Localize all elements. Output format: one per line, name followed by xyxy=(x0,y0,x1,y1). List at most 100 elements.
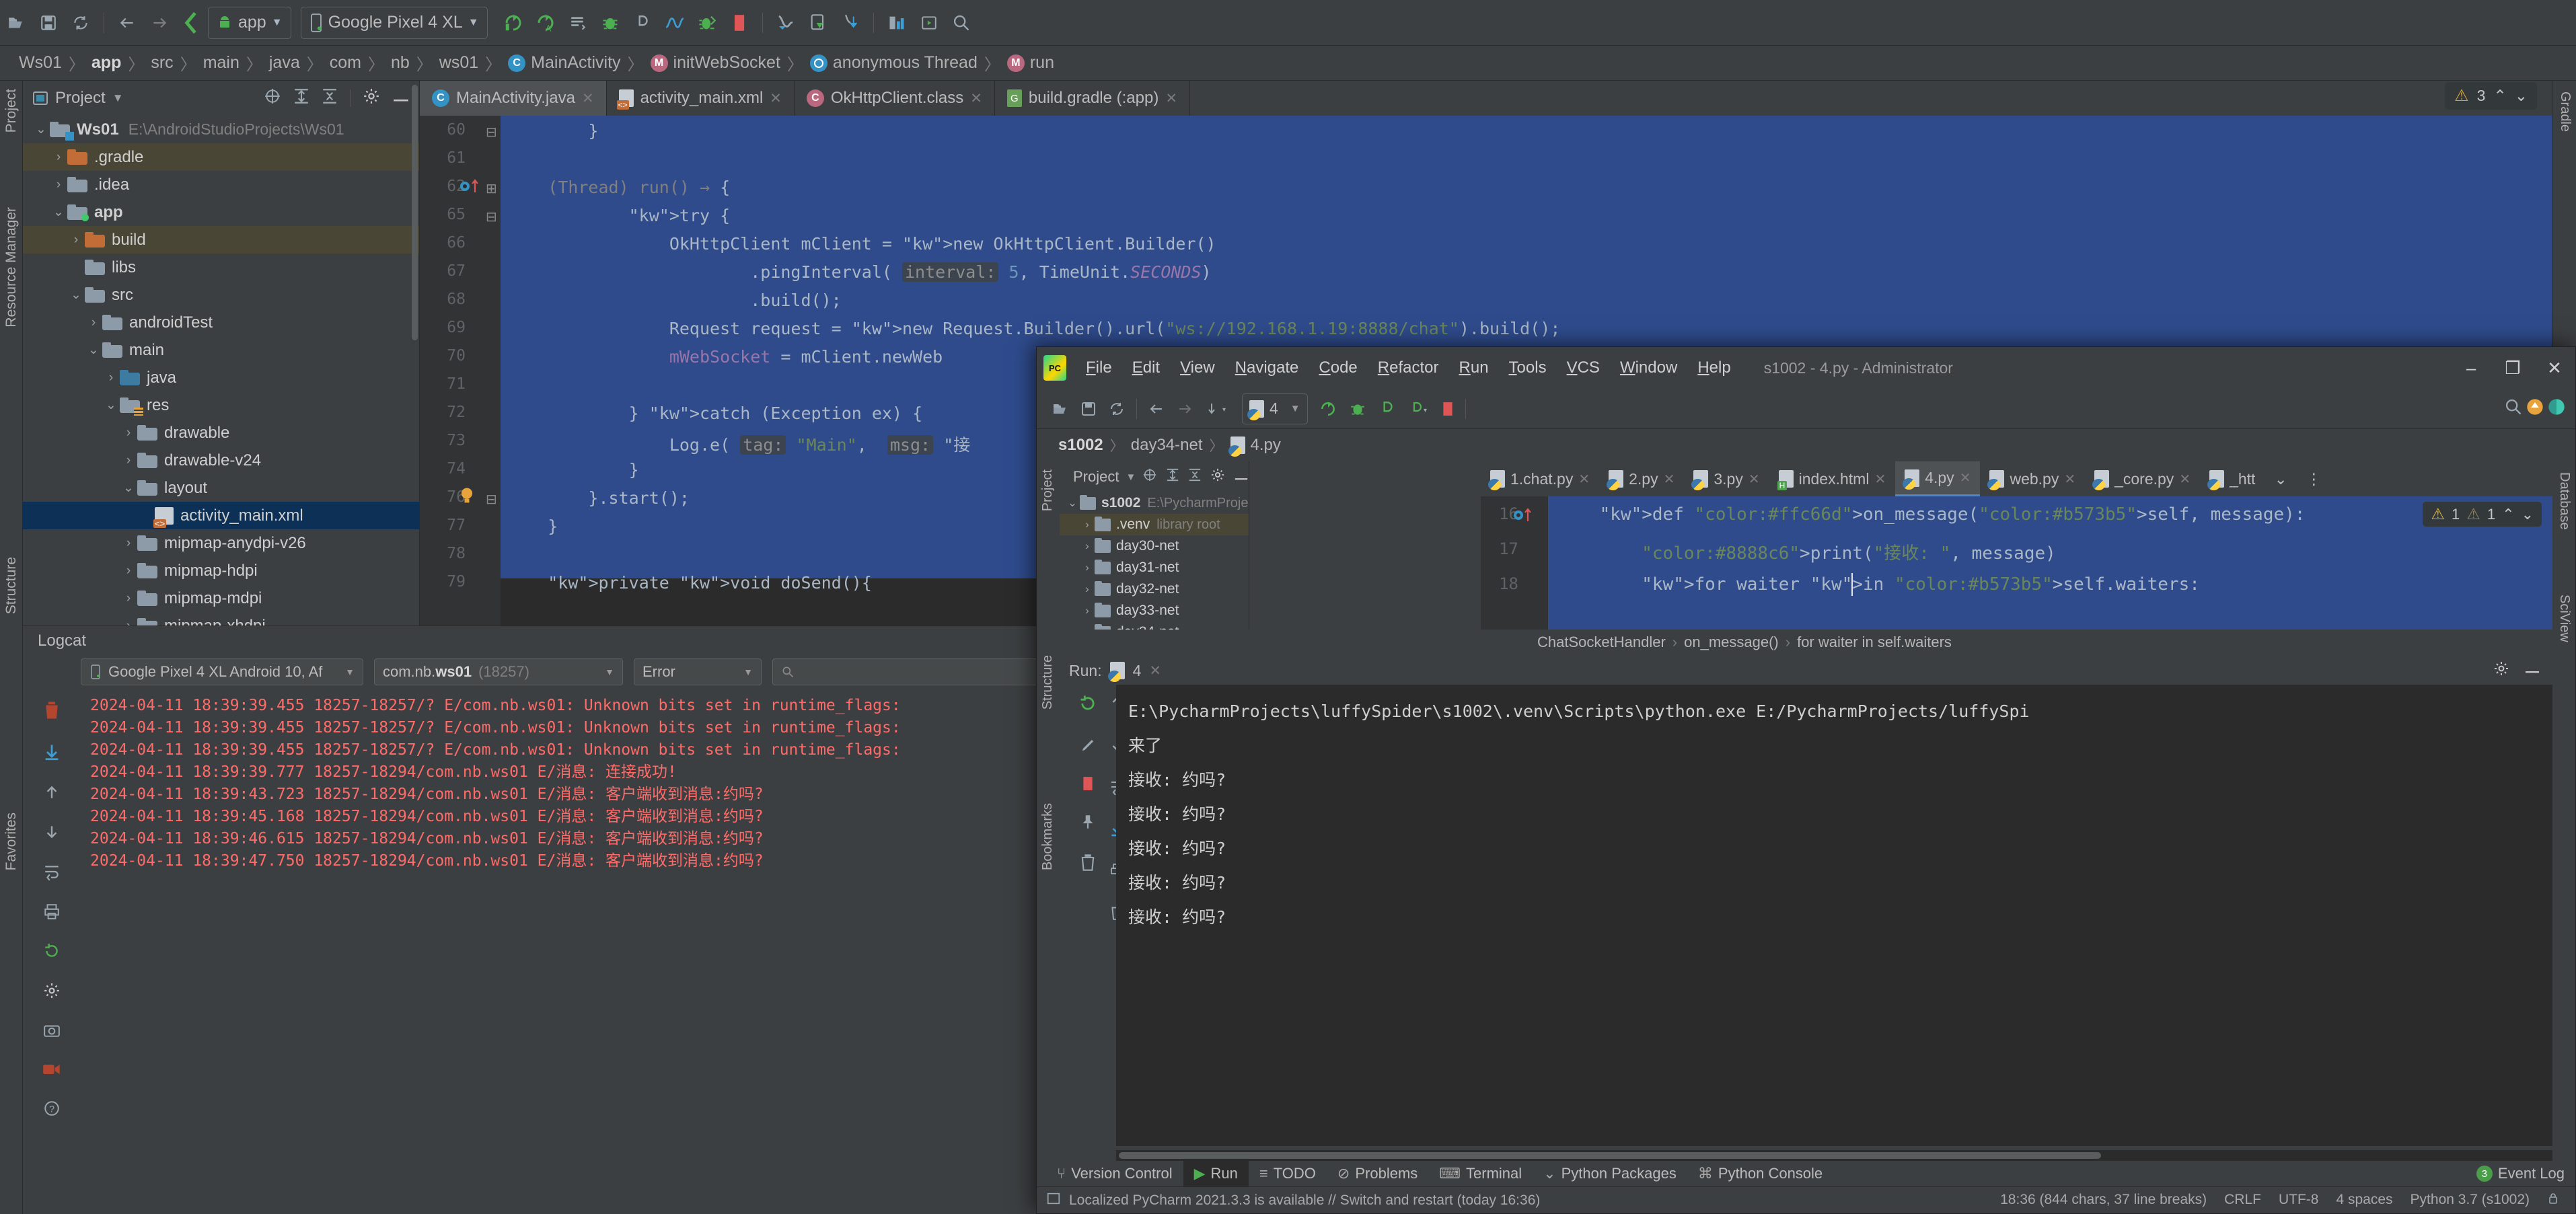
tree-row[interactable]: › .gradle xyxy=(23,143,419,171)
scroll-to-end-icon[interactable] xyxy=(42,743,61,766)
tool-tab-todo[interactable]: ≡ TODO xyxy=(1249,1161,1327,1186)
pc-editor-tab[interactable]: 2.py ✕ xyxy=(1599,461,1684,496)
close-icon[interactable]: ✕ xyxy=(1149,662,1161,679)
tree-row[interactable]: ⌄ res xyxy=(23,391,419,419)
tree-row[interactable]: › mipmap-mdpi xyxy=(23,584,419,612)
minimize-button[interactable]: – xyxy=(2450,347,2492,389)
intention-bulb-icon[interactable] xyxy=(457,486,476,509)
apply-changes-icon[interactable]: A xyxy=(529,7,562,39)
forward-arrow-icon[interactable] xyxy=(1171,395,1199,423)
pc-editor-tab[interactable]: 1.chat.py ✕ xyxy=(1481,461,1599,496)
notification-icon[interactable] xyxy=(1046,1191,1061,1210)
next-problem-icon[interactable]: ⌄ xyxy=(2515,87,2528,105)
close-button[interactable]: ✕ xyxy=(2534,347,2575,389)
close-icon[interactable]: ✕ xyxy=(1874,471,1886,488)
breadcrumb-item-main[interactable]: main xyxy=(196,53,246,73)
logcat-level-selector[interactable]: Error ▼ xyxy=(634,658,762,685)
logcat-device-selector[interactable]: Google Pixel 4 XL Android 10, Af ▼ xyxy=(81,658,363,685)
chevron-right-icon[interactable]: › xyxy=(1080,604,1095,617)
chevron-right-icon[interactable]: › xyxy=(120,536,137,551)
navbar-item[interactable]: for waiter in self.waiters xyxy=(1797,634,1952,651)
pc-tree-row[interactable]: › day33-net xyxy=(1060,600,1249,621)
prev-problem-icon[interactable]: ⌃ xyxy=(2502,506,2514,523)
tree-row[interactable]: ⌄ main xyxy=(23,336,419,364)
next-problem-icon[interactable]: ⌄ xyxy=(2522,506,2534,523)
code-fold-marker[interactable]: ⊟ xyxy=(486,491,497,508)
pc-code-editor[interactable]: 16 17 18 "kw">def "color:#ffc66d">on_messa… xyxy=(1481,496,2552,630)
breadcrumb-item-anonymous-thread[interactable]: anonymous Thread xyxy=(803,53,984,73)
pc-editor-tab[interactable]: _htt xyxy=(2200,461,2265,496)
run-console-output[interactable]: E:\PycharmProjects\luffySpider\s1002\.ve… xyxy=(1116,685,2552,1146)
tool-tab-problems[interactable]: ⊘ Problems xyxy=(1327,1161,1428,1186)
sync-icon[interactable] xyxy=(1103,395,1131,423)
menu-item-window[interactable]: Window xyxy=(1610,358,1687,377)
sync-gradle-icon[interactable] xyxy=(834,7,867,39)
editor-tab[interactable]: activity_main.xml ✕ xyxy=(607,81,795,116)
hide-panel-icon[interactable] xyxy=(1234,468,1249,486)
expand-all-icon[interactable] xyxy=(1166,467,1179,486)
chevron-right-icon[interactable]: › xyxy=(85,315,102,330)
pc-editor-tab[interactable]: web.py ✕ xyxy=(1980,461,2085,496)
pc-inspection-badge[interactable]: ⚠ 1 ⚠ 1 ⌃ ⌄ xyxy=(2423,502,2542,527)
as-editor-tabs[interactable]: MainActivity.java✕activity_main.xml✕OkHt… xyxy=(420,81,2552,116)
tool-tab-version-control[interactable]: ⑂ Version Control xyxy=(1046,1161,1183,1186)
chevron-right-icon[interactable]: › xyxy=(1080,625,1095,630)
pc-editor-tab[interactable]: _core.py ✕ xyxy=(2085,461,2200,496)
pc-editor-tabs[interactable]: 1.chat.py✕2.py✕3.py✕index.html✕4.py✕web.… xyxy=(1481,461,2552,496)
tree-row[interactable]: › .idea xyxy=(23,171,419,198)
tool-tab-python-console[interactable]: ⌘ Python Console xyxy=(1687,1161,1833,1186)
caret-position[interactable]: 18:36 (844 chars, 37 line breaks) xyxy=(2000,1192,2207,1209)
chevron-down-icon[interactable]: ▼ xyxy=(1126,471,1136,483)
sidebar-item-structure[interactable]: Structure xyxy=(0,552,24,619)
code-fold-marker[interactable]: ⊟ xyxy=(486,208,497,225)
pc-editor-tab[interactable]: index.html✕ xyxy=(1769,461,1896,496)
soft-wrap-icon[interactable] xyxy=(42,863,61,885)
sidebar-item-sciview[interactable]: SciView xyxy=(2552,589,2576,648)
menu-item-vcs[interactable]: VCS xyxy=(1557,358,1610,377)
open-folder-icon[interactable] xyxy=(0,7,32,39)
apply-code-changes-icon[interactable] xyxy=(562,7,594,39)
account-icon[interactable] xyxy=(2547,397,2566,420)
menu-item-file[interactable]: File xyxy=(1076,358,1122,377)
help-icon[interactable]: ? xyxy=(43,1100,61,1122)
breadcrumb-item-ws01[interactable]: ws01 xyxy=(433,53,485,73)
chevron-right-icon[interactable]: › xyxy=(120,564,137,578)
pc-tree-row[interactable]: › day34-net xyxy=(1060,621,1249,630)
tree-scrollbar[interactable] xyxy=(412,85,418,340)
close-icon[interactable]: ✕ xyxy=(582,90,594,107)
search-everywhere-icon[interactable] xyxy=(2504,397,2523,420)
tree-row[interactable]: ⌄ Ws01 E:\AndroidStudioProjects\Ws01 xyxy=(23,116,419,143)
menu-item-edit[interactable]: Edit xyxy=(1122,358,1170,377)
editor-tab[interactable]: OkHttpClient.class ✕ xyxy=(795,81,995,116)
pc-editor-tab[interactable]: 4.py ✕ xyxy=(1895,461,1981,496)
chevron-down-icon[interactable]: ⌄ xyxy=(67,287,85,303)
tool-tab-terminal[interactable]: ⌨ Terminal xyxy=(1428,1161,1533,1186)
chevron-right-icon[interactable]: › xyxy=(50,150,67,165)
python-interpreter[interactable]: Python 3.7 (s1002) xyxy=(2411,1192,2530,1209)
gear-icon[interactable] xyxy=(1210,467,1225,486)
pc-tree-row[interactable]: ⌄ s1002 E:\PycharmProjects\luffySpider\s10… xyxy=(1060,492,1249,514)
avd-manager-icon[interactable] xyxy=(802,7,834,39)
tree-row[interactable]: › drawable xyxy=(23,419,419,447)
chevron-right-icon[interactable]: › xyxy=(1080,582,1095,596)
pc-tree-row[interactable]: › day30-net xyxy=(1060,535,1249,557)
run-gutter-icon[interactable] xyxy=(1513,506,1536,528)
menu-item-refactor[interactable]: Refactor xyxy=(1368,358,1449,377)
pc-breadcrumb-item[interactable]: day34-net xyxy=(1124,436,1210,455)
tree-row[interactable]: › mipmap-anydpi-v26 xyxy=(23,529,419,557)
chevron-right-icon[interactable]: › xyxy=(120,426,137,441)
module-selector[interactable]: app ▼ xyxy=(208,6,291,39)
run-configuration-selector[interactable]: 4 ▼ xyxy=(1242,393,1308,424)
pc-breadcrumb-item[interactable]: s1002 xyxy=(1052,436,1110,455)
breadcrumb-item-src[interactable]: src xyxy=(144,53,180,73)
chevron-down-icon[interactable]: ⌄ xyxy=(85,342,102,358)
sidebar-item-bookmarks[interactable]: Bookmarks xyxy=(1036,798,1060,876)
sync-icon[interactable] xyxy=(65,7,97,39)
save-icon[interactable] xyxy=(1074,395,1103,423)
profile-icon[interactable]: ▾ xyxy=(1402,395,1436,423)
expand-all-icon[interactable] xyxy=(293,87,309,110)
breadcrumb-item-nb[interactable]: nb xyxy=(384,53,416,73)
editor-tab[interactable]: build.gradle (:app) ✕ xyxy=(995,81,1190,116)
breadcrumb-item-mainactivity[interactable]: C MainActivity xyxy=(501,53,627,73)
close-icon[interactable]: ✕ xyxy=(1578,471,1590,488)
